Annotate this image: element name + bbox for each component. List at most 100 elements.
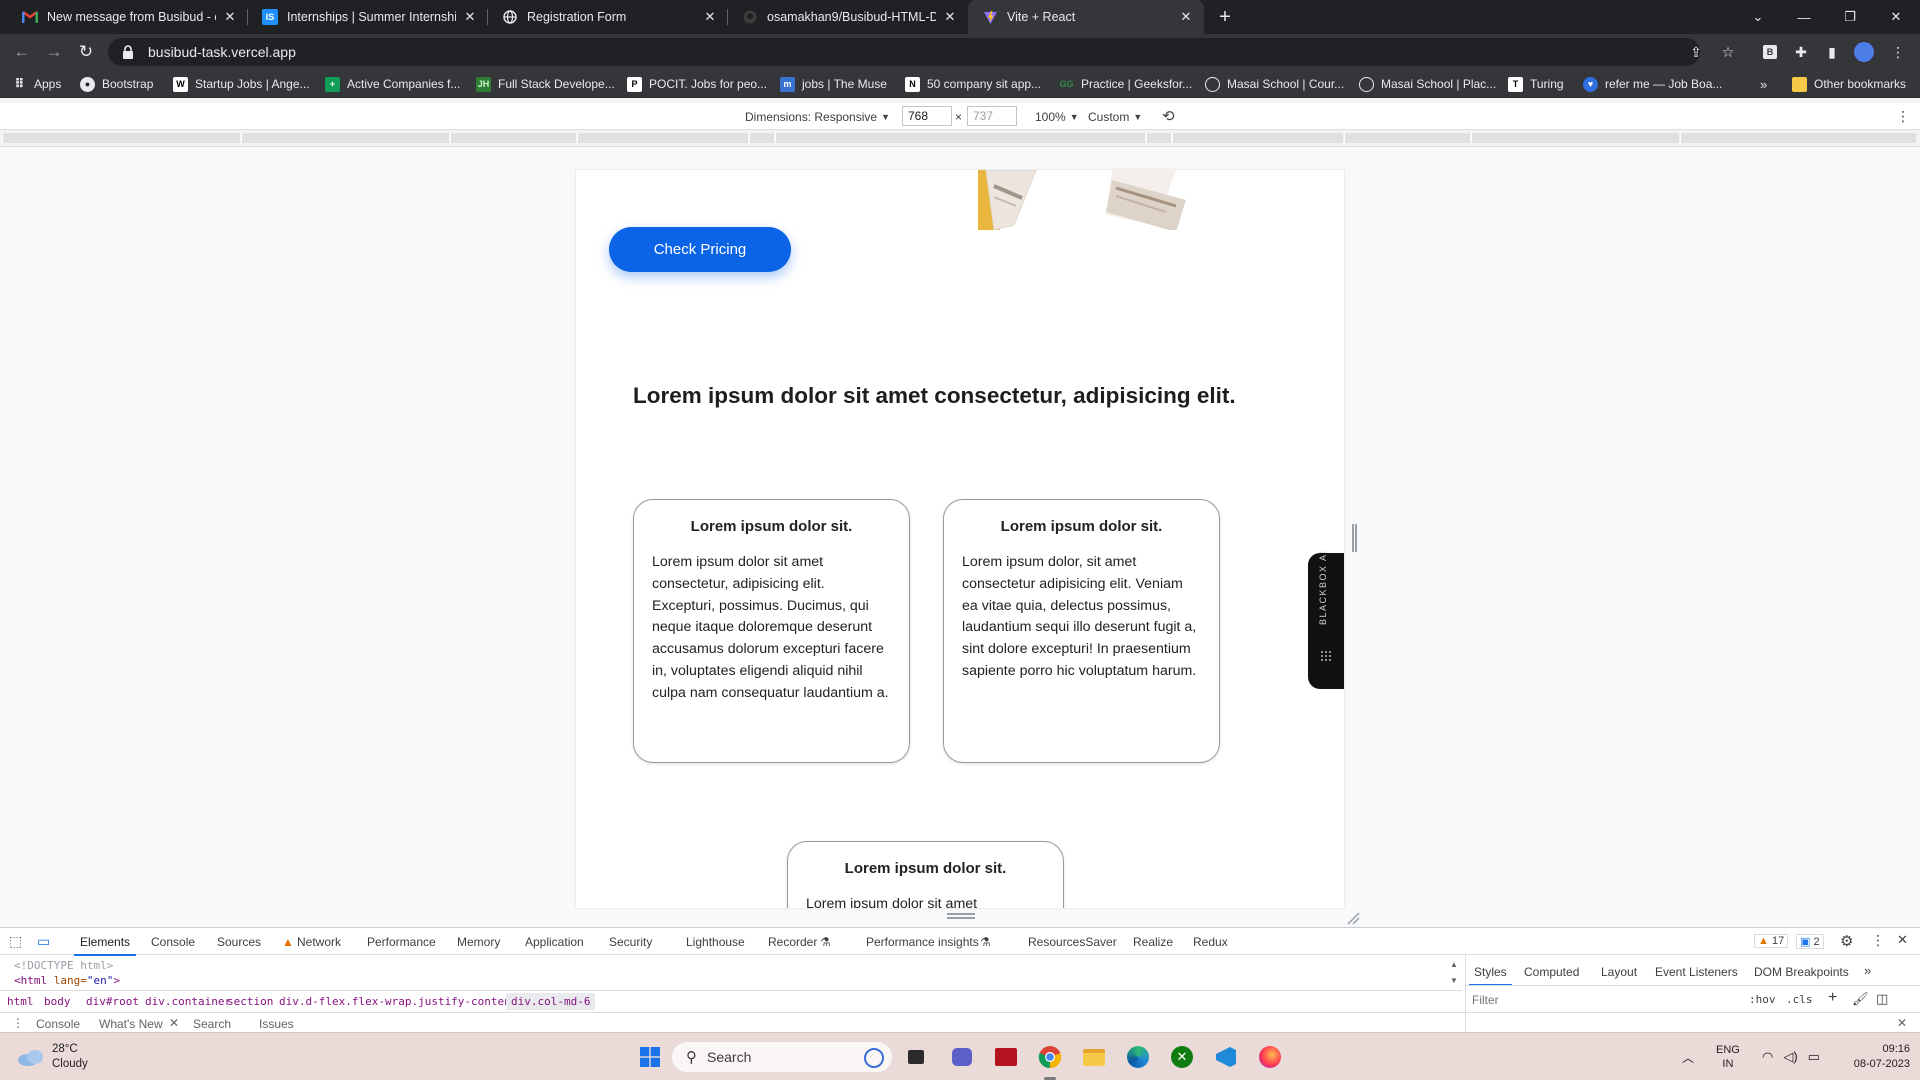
close-icon[interactable]: ✕ bbox=[1178, 9, 1194, 25]
resize-corner-icon[interactable] bbox=[1346, 911, 1360, 925]
tab-performance-insights[interactable]: Performance insights bbox=[866, 935, 979, 949]
bookmark-apps[interactable]: ⠿ Apps bbox=[12, 74, 61, 94]
tab-application[interactable]: Application bbox=[525, 935, 584, 949]
tab-performance[interactable]: Performance bbox=[367, 935, 436, 949]
scroll-up-icon[interactable]: ▲ bbox=[1450, 960, 1458, 969]
extensions-puzzle-icon[interactable]: ✚ bbox=[1791, 42, 1811, 62]
device-toggle-icon[interactable]: ▭ bbox=[37, 933, 50, 950]
sidebar-toggle-icon[interactable]: ◫ bbox=[1876, 991, 1888, 1007]
rotate-icon[interactable]: ⟲ bbox=[1162, 107, 1175, 125]
breadcrumb-item-selected[interactable]: div.col-md-6 bbox=[506, 993, 596, 1010]
drawer-tab-search[interactable]: Search bbox=[193, 1017, 231, 1031]
teams-chat-icon[interactable] bbox=[946, 1041, 978, 1073]
resize-handle-right[interactable] bbox=[1352, 524, 1357, 552]
tab-memory[interactable]: Memory bbox=[457, 935, 500, 949]
tab-recorder[interactable]: Recorder bbox=[768, 935, 817, 949]
clock[interactable]: 09:16 08-07-2023 bbox=[1836, 1033, 1910, 1080]
media-query-segment[interactable] bbox=[749, 133, 774, 143]
tab-security[interactable]: Security bbox=[609, 935, 652, 949]
bookmark-the-muse[interactable]: m jobs | The Muse bbox=[780, 74, 887, 94]
vscode-icon[interactable] bbox=[1210, 1041, 1242, 1073]
windows-start-icon[interactable] bbox=[634, 1041, 666, 1073]
tab-github[interactable]: osamakhan9/Busibud-HTML-Dev ✕ bbox=[728, 0, 968, 34]
check-pricing-button[interactable]: Check Pricing bbox=[609, 227, 791, 272]
media-query-segment[interactable] bbox=[241, 133, 449, 143]
bookmark-50-company[interactable]: N 50 company sit app... bbox=[905, 74, 1041, 94]
scroll-down-icon[interactable]: ▼ bbox=[1450, 976, 1458, 985]
close-icon[interactable]: ✕ bbox=[169, 1016, 179, 1030]
firefox-dev-icon[interactable] bbox=[1254, 1041, 1286, 1073]
breadcrumb-item[interactable]: body bbox=[44, 995, 71, 1008]
more-tabs-icon[interactable]: » bbox=[1864, 963, 1871, 978]
devtools-menu-kebab-icon[interactable]: ⋮ bbox=[1871, 932, 1885, 949]
media-query-segment[interactable] bbox=[1680, 133, 1916, 143]
tab-sources[interactable]: Sources bbox=[217, 935, 261, 949]
resize-handle-bottom[interactable] bbox=[947, 913, 975, 919]
app-red-icon[interactable] bbox=[990, 1041, 1022, 1073]
side-panel-icon[interactable]: ▮ bbox=[1822, 42, 1842, 62]
bookmark-active-companies[interactable]: + Active Companies f... bbox=[325, 74, 460, 94]
messages-badge[interactable]: ▣ 2 bbox=[1796, 934, 1824, 949]
menu-kebab-icon[interactable]: ⋮ bbox=[1888, 42, 1908, 62]
tab-realize[interactable]: Realize bbox=[1133, 935, 1173, 949]
doctype-line[interactable]: <!DOCTYPE html> bbox=[14, 959, 113, 972]
bookmark-other[interactable]: Other bookmarks bbox=[1792, 74, 1906, 94]
media-query-segment[interactable] bbox=[1471, 133, 1679, 143]
settings-gear-icon[interactable]: ⚙ bbox=[1840, 932, 1853, 950]
close-icon[interactable]: ✕ bbox=[702, 9, 718, 25]
inspect-element-icon[interactable]: ⬚ bbox=[9, 933, 22, 950]
breadcrumb-item[interactable]: div.container bbox=[145, 995, 231, 1008]
bookmark-startup-jobs[interactable]: W Startup Jobs | Ange... bbox=[173, 74, 310, 94]
bookmark-full-stack[interactable]: JH Full Stack Develope... bbox=[476, 74, 615, 94]
tab-registration[interactable]: Registration Form ✕ bbox=[488, 0, 728, 34]
address-bar[interactable]: busibud-task.vercel.app bbox=[108, 38, 1700, 66]
star-icon[interactable]: ☆ bbox=[1718, 42, 1738, 62]
media-query-segment[interactable] bbox=[1146, 133, 1171, 143]
tray-overflow-icon[interactable]: ︿ bbox=[1682, 1033, 1694, 1080]
dimensions-select[interactable]: Dimensions: Responsive ▼ bbox=[745, 110, 890, 124]
file-explorer-icon[interactable] bbox=[1078, 1041, 1110, 1073]
tab-resourcessaver[interactable]: ResourcesSaver bbox=[1028, 935, 1117, 949]
blackbox-ai-widget[interactable]: BLACKBOX AI bbox=[1308, 549, 1344, 689]
breadcrumb-item[interactable]: html bbox=[7, 995, 34, 1008]
warnings-badge[interactable]: ▲ 17 bbox=[1754, 934, 1789, 948]
minimize-button[interactable]: — bbox=[1782, 0, 1826, 34]
tab-styles[interactable]: Styles bbox=[1469, 965, 1512, 986]
breadcrumb-item[interactable]: section bbox=[227, 995, 273, 1008]
tab-elements[interactable]: Elements bbox=[73, 935, 137, 956]
bookmark-geeksforgeeks[interactable]: GG Practice | Geeksfor... bbox=[1059, 74, 1192, 94]
restore-button[interactable]: ❐ bbox=[1828, 0, 1872, 34]
chrome-icon[interactable] bbox=[1034, 1041, 1066, 1073]
tab-gmail[interactable]: New message from Busibud - ok ✕ bbox=[8, 0, 248, 34]
tab-layout[interactable]: Layout bbox=[1601, 965, 1637, 979]
width-input[interactable] bbox=[902, 106, 952, 126]
new-tab-button[interactable]: + bbox=[1212, 5, 1238, 29]
bookmark-refer-me[interactable]: ♥ refer me — Job Boa... bbox=[1583, 74, 1722, 94]
height-input[interactable] bbox=[967, 106, 1017, 126]
media-query-segment[interactable] bbox=[2, 133, 240, 143]
bookmark-pocit[interactable]: P POCIT. Jobs for peo... bbox=[627, 74, 767, 94]
tab-computed[interactable]: Computed bbox=[1524, 965, 1579, 979]
styles-filter-input[interactable] bbox=[1472, 991, 1742, 1009]
bookmarks-overflow-icon[interactable]: » bbox=[1760, 74, 1767, 94]
xbox-icon[interactable]: ✕ bbox=[1166, 1041, 1198, 1073]
window-close-button[interactable]: ✕ bbox=[1874, 0, 1918, 34]
html-line[interactable]: <html lang="en"> bbox=[14, 974, 120, 987]
tab-lighthouse[interactable]: Lighthouse bbox=[686, 935, 745, 949]
drawer-menu-kebab-icon[interactable]: ⋮ bbox=[12, 1016, 24, 1030]
tab-event-listeners[interactable]: Event Listeners bbox=[1655, 965, 1738, 979]
taskbar-search[interactable]: ⚲ Search bbox=[671, 1041, 893, 1073]
bookmark-masai-placements[interactable]: Masai School | Plac... bbox=[1359, 74, 1496, 94]
media-query-segment[interactable] bbox=[577, 133, 748, 143]
media-query-segment[interactable] bbox=[775, 133, 1145, 143]
media-query-segment[interactable] bbox=[450, 133, 576, 143]
tab-vite-react[interactable]: Vite + React ✕ bbox=[968, 0, 1204, 34]
close-icon[interactable]: ✕ bbox=[222, 9, 238, 25]
language-indicator[interactable]: ENG IN bbox=[1716, 1033, 1740, 1080]
tab-dom-breakpoints[interactable]: DOM Breakpoints bbox=[1754, 965, 1849, 979]
hov-toggle[interactable]: :hov bbox=[1749, 993, 1776, 1006]
close-drawer-icon[interactable]: ✕ bbox=[1897, 1016, 1907, 1030]
bookmark-turing[interactable]: T Turing bbox=[1508, 74, 1564, 94]
close-icon[interactable]: ✕ bbox=[942, 9, 958, 25]
throttle-select[interactable]: Custom ▼ bbox=[1088, 110, 1142, 124]
